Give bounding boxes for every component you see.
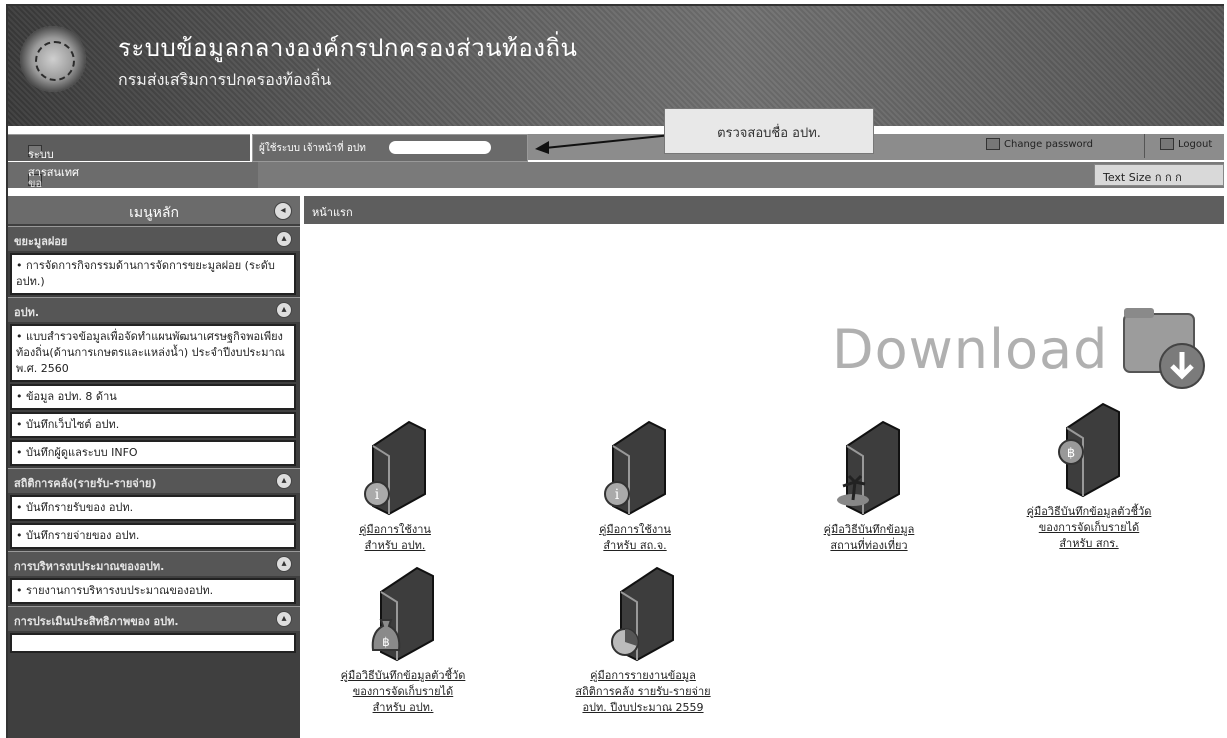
collapse-sidebar-button[interactable]: ◂ <box>274 202 292 220</box>
manual-book-chart-icon <box>611 566 674 662</box>
sidebar-section-budget[interactable]: การบริหารงบประมาณของอปท. ▴ <box>8 551 300 576</box>
caption-line: อปท. ปีงบประมาณ 2559 <box>582 701 704 714</box>
caption-line: สถานที่ท่องเที่ยว <box>830 539 908 552</box>
caption-line: สำหรับ สถ.จ. <box>603 539 667 552</box>
manual-tourism-data[interactable]: คู่มือวิธีบันทึกข้อมูล สถานที่ท่องเที่ยว <box>774 416 964 554</box>
svg-text:i: i <box>375 487 380 503</box>
sidebar-item[interactable]: • การจัดการกิจกรรมด้านการจัดการขยะมูลฝอย… <box>10 253 296 295</box>
divider <box>1144 134 1145 158</box>
manual-book-island-icon <box>837 420 900 516</box>
annotation-callout: ตรวจสอบชื่อ อปท. <box>664 108 874 154</box>
logout-icon <box>1160 138 1174 150</box>
site-subtitle: กรมส่งเสริมการปกครองท้องถิ่น <box>118 70 332 89</box>
collapse-section-icon[interactable]: ▴ <box>276 556 292 572</box>
caption-line: คู่มือวิธีบันทึกข้อมูลตัวชี้วัด <box>340 669 466 682</box>
sidebar-header: เมนูหลัก ◂ <box>8 196 300 224</box>
site-title: ระบบข้อมูลกลางองค์กรปกครองส่วนท้องถิ่น <box>118 34 578 62</box>
caption-line: สำหรับ อปท. <box>372 701 434 714</box>
caption-line: คู่มือการใช้งาน <box>599 523 671 536</box>
sidebar-item[interactable]: • บันทึกรายจ่ายของ อปท. <box>10 523 296 549</box>
manual-book-money-bag-icon: ฿ <box>371 566 434 662</box>
caption-line: ของการจัดเก็บรายได้ <box>1038 521 1140 534</box>
manual-book-info-icon: i <box>604 420 666 516</box>
tile-caption[interactable]: คู่มือการใช้งาน สำหรับ อปท. <box>300 522 490 554</box>
sidebar: เมนูหลัก ◂ ขยะมูลฝอย ▴ • การจัดการกิจกรร… <box>8 196 300 738</box>
text-size-control[interactable]: Text Size ก ก ก <box>1094 164 1224 186</box>
section-title: ขยะมูลฝอย <box>14 235 68 248</box>
section-title: การบริหารงบประมาณของอปท. <box>14 560 165 573</box>
svg-text:฿: ฿ <box>1067 446 1075 461</box>
annotation-arrow-icon <box>535 133 682 154</box>
collapse-section-icon[interactable]: ▴ <box>276 302 292 318</box>
section-title: การประเมินประสิทธิภาพของ อปท. <box>14 615 179 628</box>
user-info: ผู้ใช้ระบบ เจ้าหน้าที่ อปท <box>252 134 528 162</box>
manual-revenue-indicator-sakor[interactable]: ฿ คู่มือวิธีบันทึกข้อมูลตัวชี้วัด ของการ… <box>994 398 1184 552</box>
breadcrumb: หน้าแรก <box>304 196 1224 224</box>
sub-nav: ขอมูลคุณ อปท. Text Size ก ก ก <box>8 162 1224 244</box>
change-password-link[interactable]: Change password <box>986 138 1093 150</box>
sidebar-section-lao[interactable]: อปท. ▴ <box>8 297 300 322</box>
download-folder-icon[interactable] <box>1120 304 1208 394</box>
sidebar-item[interactable]: • บันทึกเว็บไซต์ อปท. <box>10 412 296 438</box>
section-title: อปท. <box>14 306 40 319</box>
collapse-section-icon[interactable]: ▴ <box>276 611 292 627</box>
download-heading: Download <box>832 318 1109 381</box>
department-seal-logo <box>20 26 86 92</box>
sidebar-section-finance[interactable]: สถิติการคลัง(รายรับ-รายจ่าย) ▴ <box>8 468 300 493</box>
tile-caption[interactable]: คู่มือการรายงานข้อมูล สถิติการคลัง รายรั… <box>548 668 738 716</box>
section-title: สถิติการคลัง(รายรับ-รายจ่าย) <box>14 477 157 490</box>
text-size-label: Text Size ก ก ก <box>1103 171 1182 184</box>
tab-label: ระบบสารสนเทศ <box>28 148 80 179</box>
sidebar-title: เมนูหลัก <box>129 205 179 221</box>
manual-book-baht-icon: ฿ <box>1058 402 1120 498</box>
manual-fiscal-statistics-report[interactable]: คู่มือการรายงานข้อมูล สถิติการคลัง รายรั… <box>548 562 738 716</box>
tab-information-system[interactable]: ระบบสารสนเทศ <box>8 134 250 179</box>
change-password-label: Change password <box>1004 139 1093 150</box>
sidebar-item[interactable]: • ข้อมูล อปท. 8 ด้าน <box>10 384 296 410</box>
sidebar-item[interactable]: • บันทึกผู้ดูแลระบบ INFO <box>10 440 296 466</box>
caption-line: สถิติการคลัง รายรับ-รายจ่าย <box>575 685 711 698</box>
svg-text:i: i <box>615 487 620 503</box>
collapse-section-icon[interactable]: ▴ <box>276 231 292 247</box>
callout-text: ตรวจสอบชื่อ อปท. <box>717 126 821 141</box>
key-icon <box>986 138 1000 150</box>
app-window: ระบบข้อมูลกลางองค์กรปกครองส่วนท้องถิ่น ก… <box>6 4 1224 738</box>
main-content: Download i คู่มือการใช้งาน สำหรับ อปท. i… <box>304 226 1224 738</box>
manual-revenue-indicator-lao[interactable]: ฿ คู่มือวิธีบันทึกข้อมูลตัวชี้วัด ของการ… <box>308 562 498 716</box>
site-header: ระบบข้อมูลกลางองค์กรปกครองส่วนท้องถิ่น ก… <box>8 6 1224 126</box>
caption-line: สำหรับ สกร. <box>1059 537 1119 550</box>
tile-caption[interactable]: คู่มือวิธีบันทึกข้อมูล สถานที่ท่องเที่ยว <box>774 522 964 554</box>
redacted-username <box>389 141 491 154</box>
caption-line: คู่มือการรายงานข้อมูล <box>590 669 696 682</box>
sidebar-item[interactable]: • แบบสำรวจข้อมูลเพื่อจัดทำแผนพัฒนาเศรษฐก… <box>10 324 296 382</box>
caption-line: คู่มือวิธีบันทึกข้อมูล <box>823 523 915 536</box>
sidebar-section-evaluation[interactable]: การประเมินประสิทธิภาพของ อปท. ▴ <box>8 606 300 631</box>
caption-line: ของการจัดเก็บรายได้ <box>352 685 454 698</box>
sidebar-section-waste[interactable]: ขยะมูลฝอย ▴ <box>8 226 300 251</box>
caption-line: สำหรับ อปท. <box>364 539 426 552</box>
user-label: ผู้ใช้ระบบ เจ้าหน้าที่ อปท <box>259 143 366 154</box>
breadcrumb-home[interactable]: หน้าแรก <box>312 203 353 221</box>
logout-link[interactable]: Logout <box>1160 138 1212 150</box>
manual-book-info-icon: i <box>364 420 426 516</box>
tile-caption[interactable]: คู่มือการใช้งาน สำหรับ สถ.จ. <box>540 522 730 554</box>
collapse-section-icon[interactable]: ▴ <box>276 473 292 489</box>
manual-province-user-guide[interactable]: i คู่มือการใช้งาน สำหรับ สถ.จ. <box>540 416 730 554</box>
caption-line: คู่มือวิธีบันทึกข้อมูลตัวชี้วัด <box>1026 505 1152 518</box>
sidebar-item[interactable]: • บันทึกรายรับของ อปท. <box>10 495 296 521</box>
logout-label: Logout <box>1178 139 1213 150</box>
sidebar-item[interactable] <box>10 633 296 653</box>
tile-caption[interactable]: คู่มือวิธีบันทึกข้อมูลตัวชี้วัด ของการจั… <box>308 668 498 716</box>
sidebar-item[interactable]: • รายงานการบริหารงบประมาณของอปท. <box>10 578 296 604</box>
manual-lao-user-guide[interactable]: i คู่มือการใช้งาน สำหรับ อปท. <box>300 416 490 554</box>
tile-caption[interactable]: คู่มือวิธีบันทึกข้อมูลตัวชี้วัด ของการจั… <box>994 504 1184 552</box>
svg-text:฿: ฿ <box>382 635 390 649</box>
caption-line: คู่มือการใช้งาน <box>359 523 431 536</box>
